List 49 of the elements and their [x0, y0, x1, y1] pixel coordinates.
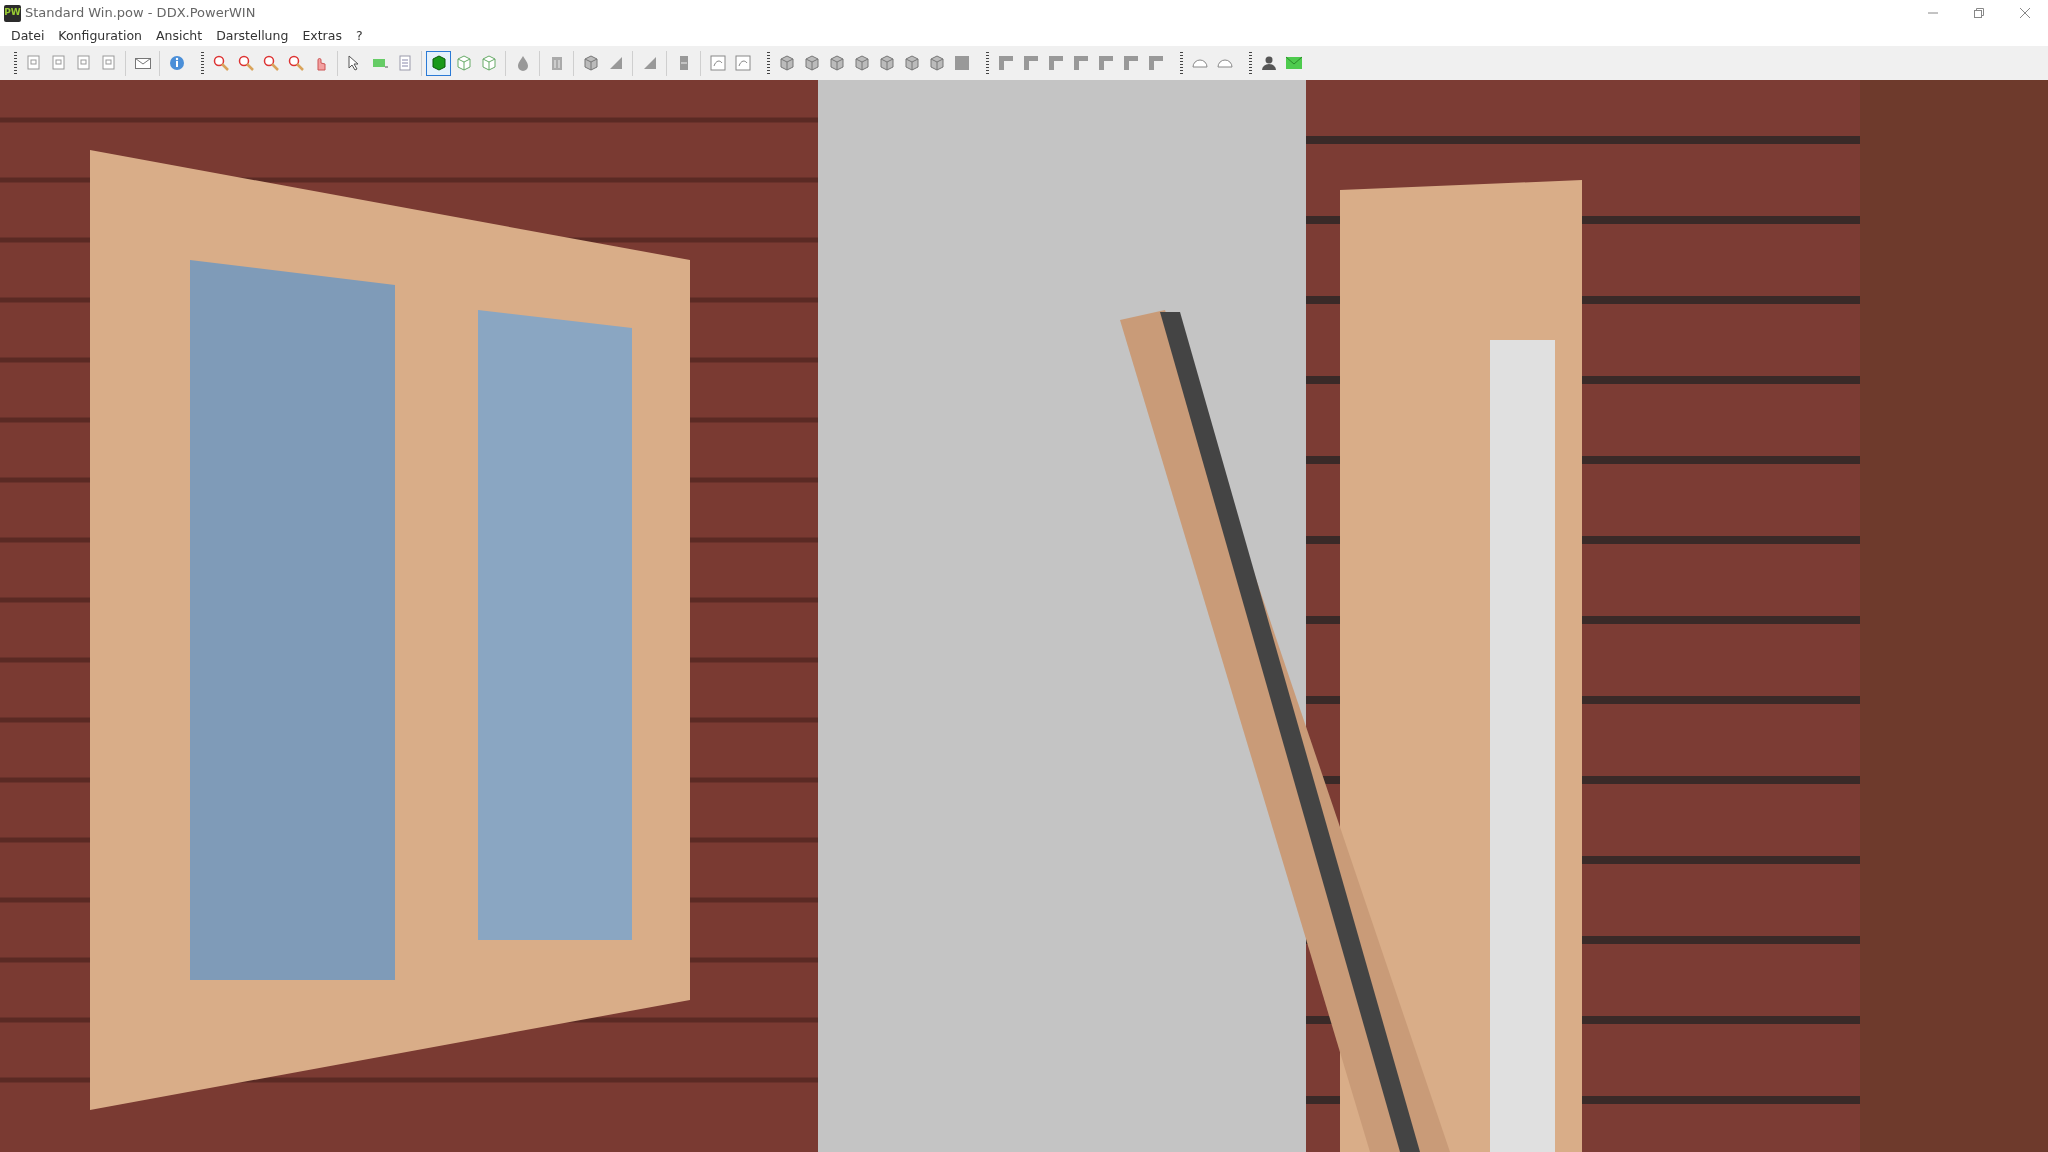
- cube-icon: [429, 54, 448, 72]
- profile-icon: [996, 54, 1015, 72]
- toolbar-grip[interactable]: [201, 52, 204, 74]
- cube-icon: [802, 54, 821, 72]
- cube-icon: [581, 54, 600, 72]
- picture-icon: [733, 54, 752, 72]
- cube-icon: [479, 54, 498, 72]
- menu-item[interactable]: ?: [348, 26, 370, 46]
- magnifier-icon: [286, 54, 305, 72]
- restore-icon: [1973, 7, 1985, 19]
- close-icon: [2019, 7, 2031, 19]
- document-icon: [24, 54, 43, 72]
- cube-icon: [777, 54, 796, 72]
- app-logo: PW: [4, 4, 21, 22]
- magnifier-icon: [261, 54, 280, 72]
- toolbar-grip[interactable]: [1180, 52, 1183, 74]
- magnifier-icon: [236, 54, 255, 72]
- cube-icon: [877, 54, 896, 72]
- picture-icon: [708, 54, 727, 72]
- cube-icon: [852, 54, 871, 72]
- toolbar-grip[interactable]: [14, 52, 17, 74]
- profile-icon: [1046, 54, 1065, 72]
- document-icon: [49, 54, 68, 72]
- menu-item[interactable]: Datei: [4, 26, 52, 46]
- toolbar-button[interactable]: [426, 50, 451, 76]
- magnifier-icon: [211, 54, 230, 72]
- menu-item[interactable]: Darstellung: [209, 26, 296, 46]
- cube-icon: [927, 54, 946, 72]
- toolbar-grip[interactable]: [1249, 52, 1252, 74]
- document-icon: [99, 54, 118, 72]
- menu-item[interactable]: Extras: [295, 26, 349, 46]
- document-icon: [74, 54, 93, 72]
- cube-icon: [902, 54, 921, 72]
- menu-item[interactable]: Konfiguration: [51, 26, 149, 46]
- toolbar-grip[interactable]: [767, 52, 770, 74]
- envelope-icon: [1284, 54, 1303, 72]
- profile-icon: [1021, 54, 1040, 72]
- profile-icon: [1121, 54, 1140, 72]
- cube-icon: [827, 54, 846, 72]
- toolbar-grip[interactable]: [986, 52, 989, 74]
- profile-icon: [1096, 54, 1115, 72]
- profile-icon: [1071, 54, 1090, 72]
- window-title: Standard Win.pow - DDX.PowerWIN: [25, 4, 256, 23]
- cube-icon: [454, 54, 473, 72]
- person-icon: [1259, 54, 1278, 72]
- info-icon: [167, 54, 186, 72]
- square-icon: [952, 54, 971, 72]
- menu-item[interactable]: Ansicht: [149, 26, 210, 46]
- profile-icon: [1146, 54, 1165, 72]
